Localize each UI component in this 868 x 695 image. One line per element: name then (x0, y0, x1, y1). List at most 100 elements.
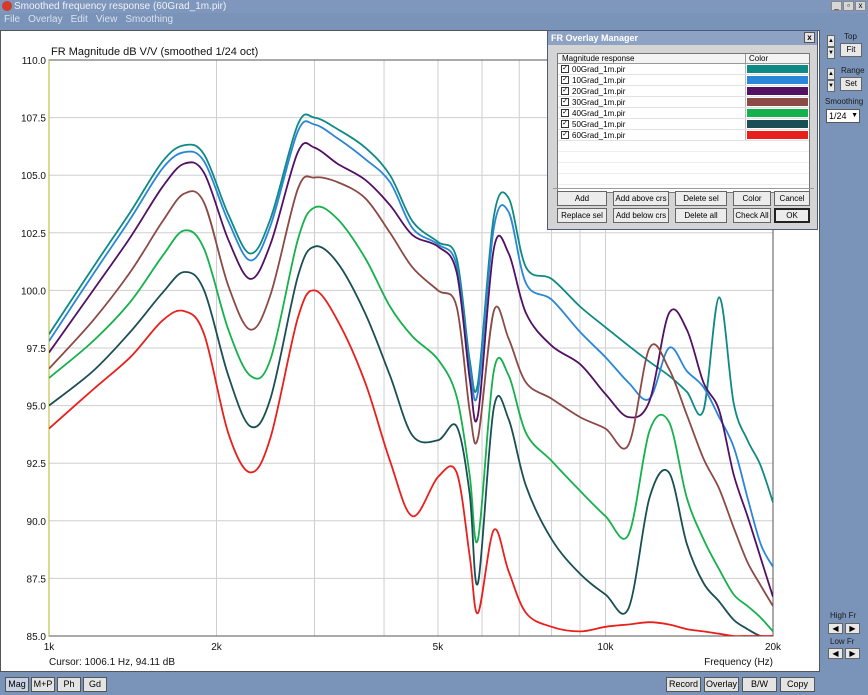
copy-button[interactable]: Copy (780, 677, 815, 692)
range-up-spin[interactable]: ▲ (827, 68, 835, 80)
list-item-empty (558, 141, 809, 152)
bottom-toolbar: Mag M+P Ph Gd Record Overlay B/W Copy (0, 674, 868, 695)
list-item[interactable]: ✓ 10Grad_1m.pir (558, 75, 809, 86)
high-fr-label: High Fr (830, 611, 857, 620)
overlay-manager-title-text: FR Overlay Manager (551, 33, 639, 43)
list-item-name-cell: ✓ 30Grad_1m.pir (558, 97, 746, 107)
checkbox-icon[interactable]: ✓ (561, 109, 569, 117)
overlay-manager-dialog: FR Overlay Manager x Magnitude response … (547, 30, 818, 230)
x-tick-label: 20k (765, 642, 782, 653)
y-tick-label: 92.5 (27, 459, 47, 470)
list-item-label: 20Grad_1m.pir (572, 86, 626, 96)
list-item[interactable]: ✓ 30Grad_1m.pir (558, 97, 809, 108)
tab-mag[interactable]: Mag (5, 677, 29, 692)
add-above-cursor-button[interactable]: Add above crs (613, 191, 669, 206)
menu-view[interactable]: View (96, 13, 118, 26)
minimize-button[interactable]: _ (831, 1, 842, 11)
list-item[interactable]: ✓ 00Grad_1m.pir (558, 64, 809, 75)
tab-mag-phase[interactable]: M+P (31, 677, 55, 692)
list-item-label: 30Grad_1m.pir (572, 97, 626, 107)
checkbox-icon[interactable]: ✓ (561, 98, 569, 106)
window-title: Smoothed frequency response (60Grad_1m.p… (14, 1, 227, 12)
close-icon[interactable]: x (804, 32, 815, 43)
chevron-down-icon: ▼ (851, 112, 858, 119)
top-up-spin[interactable]: ▲ (827, 35, 835, 47)
checkbox-icon[interactable]: ✓ (561, 87, 569, 95)
overlay-manager-title: FR Overlay Manager x (548, 31, 817, 45)
replace-selected-button[interactable]: Replace sel (557, 208, 607, 223)
set-button[interactable]: Set (840, 77, 862, 91)
high-left-button[interactable]: ◀ (828, 623, 843, 634)
arrow-left-icon: ◀ (832, 649, 839, 658)
ok-button[interactable]: OK (774, 208, 810, 223)
x-tick-label: 5k (433, 642, 445, 653)
tab-phase[interactable]: Ph (57, 677, 81, 692)
add-button[interactable]: Add (557, 191, 607, 206)
y-tick-label: 95.0 (27, 402, 47, 413)
fit-button[interactable]: Fit (840, 43, 862, 57)
y-tick-label: 110.0 (22, 56, 47, 67)
list-item-name-cell: ✓ 20Grad_1m.pir (558, 86, 746, 96)
color-swatch[interactable] (747, 87, 808, 95)
checkbox-icon[interactable]: ✓ (561, 76, 569, 84)
y-tick-label: 100.0 (21, 286, 46, 297)
high-right-button[interactable]: ▶ (845, 623, 860, 634)
color-swatch[interactable] (747, 65, 808, 73)
arrow-right-icon: ▶ (849, 624, 856, 633)
bw-button[interactable]: B/W (742, 677, 777, 692)
overlay-button[interactable]: Overlay (704, 677, 739, 692)
checkbox-icon[interactable]: ✓ (561, 131, 569, 139)
list-item-label: 40Grad_1m.pir (572, 108, 626, 118)
list-item-label: 00Grad_1m.pir (572, 64, 626, 74)
tab-group-delay[interactable]: Gd (83, 677, 107, 692)
x-tick-label: 10k (597, 642, 614, 653)
list-item[interactable]: ✓ 50Grad_1m.pir (558, 119, 809, 130)
list-item-name-cell: ✓ 50Grad_1m.pir (558, 119, 746, 129)
cancel-button[interactable]: Cancel (774, 191, 810, 206)
list-item-name-cell: ✓ 60Grad_1m.pir (558, 130, 746, 140)
add-below-cursor-button[interactable]: Add below crs (613, 208, 669, 223)
color-swatch[interactable] (747, 109, 808, 117)
menu-file[interactable]: File (4, 13, 20, 26)
menu-edit[interactable]: Edit (71, 13, 88, 26)
y-tick-label: 87.5 (27, 574, 47, 585)
checkbox-icon[interactable]: ✓ (561, 120, 569, 128)
menu-overlay[interactable]: Overlay (28, 13, 62, 26)
list-item[interactable]: ✓ 60Grad_1m.pir (558, 130, 809, 141)
record-button[interactable]: Record (666, 677, 701, 692)
arrow-right-icon: ▶ (849, 649, 856, 658)
list-item-empty (558, 174, 809, 185)
checkbox-icon[interactable]: ✓ (561, 65, 569, 73)
side-panel: ▲ ▼ Top Fit ▲ ▼ Range Set Smoothing 1/24… (820, 26, 868, 674)
list-item-name-cell: ✓ 00Grad_1m.pir (558, 64, 746, 74)
range-label: Range (841, 66, 865, 75)
low-left-button[interactable]: ◀ (828, 648, 843, 659)
check-all-button[interactable]: Check All (733, 208, 771, 223)
chart-title: FR Magnitude dB V/V (smoothed 1/24 oct) (51, 46, 258, 58)
smoothing-select[interactable]: 1/24 ▼ (826, 109, 860, 123)
low-right-button[interactable]: ▶ (845, 648, 860, 659)
y-tick-label: 97.5 (27, 344, 47, 355)
list-item[interactable]: ✓ 20Grad_1m.pir (558, 86, 809, 97)
maximize-button[interactable]: ▫ (843, 1, 854, 11)
color-swatch[interactable] (747, 131, 808, 139)
list-item-name-cell: ✓ 40Grad_1m.pir (558, 108, 746, 118)
list-item-empty (558, 163, 809, 174)
menu-smoothing[interactable]: Smoothing (125, 13, 173, 26)
delete-selected-button[interactable]: Delete sel (675, 191, 727, 206)
list-item[interactable]: ✓ 40Grad_1m.pir (558, 108, 809, 119)
color-swatch[interactable] (747, 120, 808, 128)
y-tick-label: 102.5 (21, 229, 46, 240)
divider (553, 188, 814, 189)
color-button[interactable]: Color (733, 191, 771, 206)
range-down-spin[interactable]: ▼ (827, 80, 835, 92)
x-tick-label: 1k (44, 642, 56, 653)
top-down-spin[interactable]: ▼ (827, 47, 835, 59)
close-button[interactable]: x (855, 1, 866, 11)
color-swatch[interactable] (747, 76, 808, 84)
delete-all-button[interactable]: Delete all (675, 208, 727, 223)
color-swatch[interactable] (747, 98, 808, 106)
overlay-list[interactable]: Magnitude response Color ✓ 00Grad_1m.pir ✓… (557, 53, 810, 193)
app-icon (2, 1, 12, 11)
y-tick-label: 105.0 (21, 171, 46, 182)
